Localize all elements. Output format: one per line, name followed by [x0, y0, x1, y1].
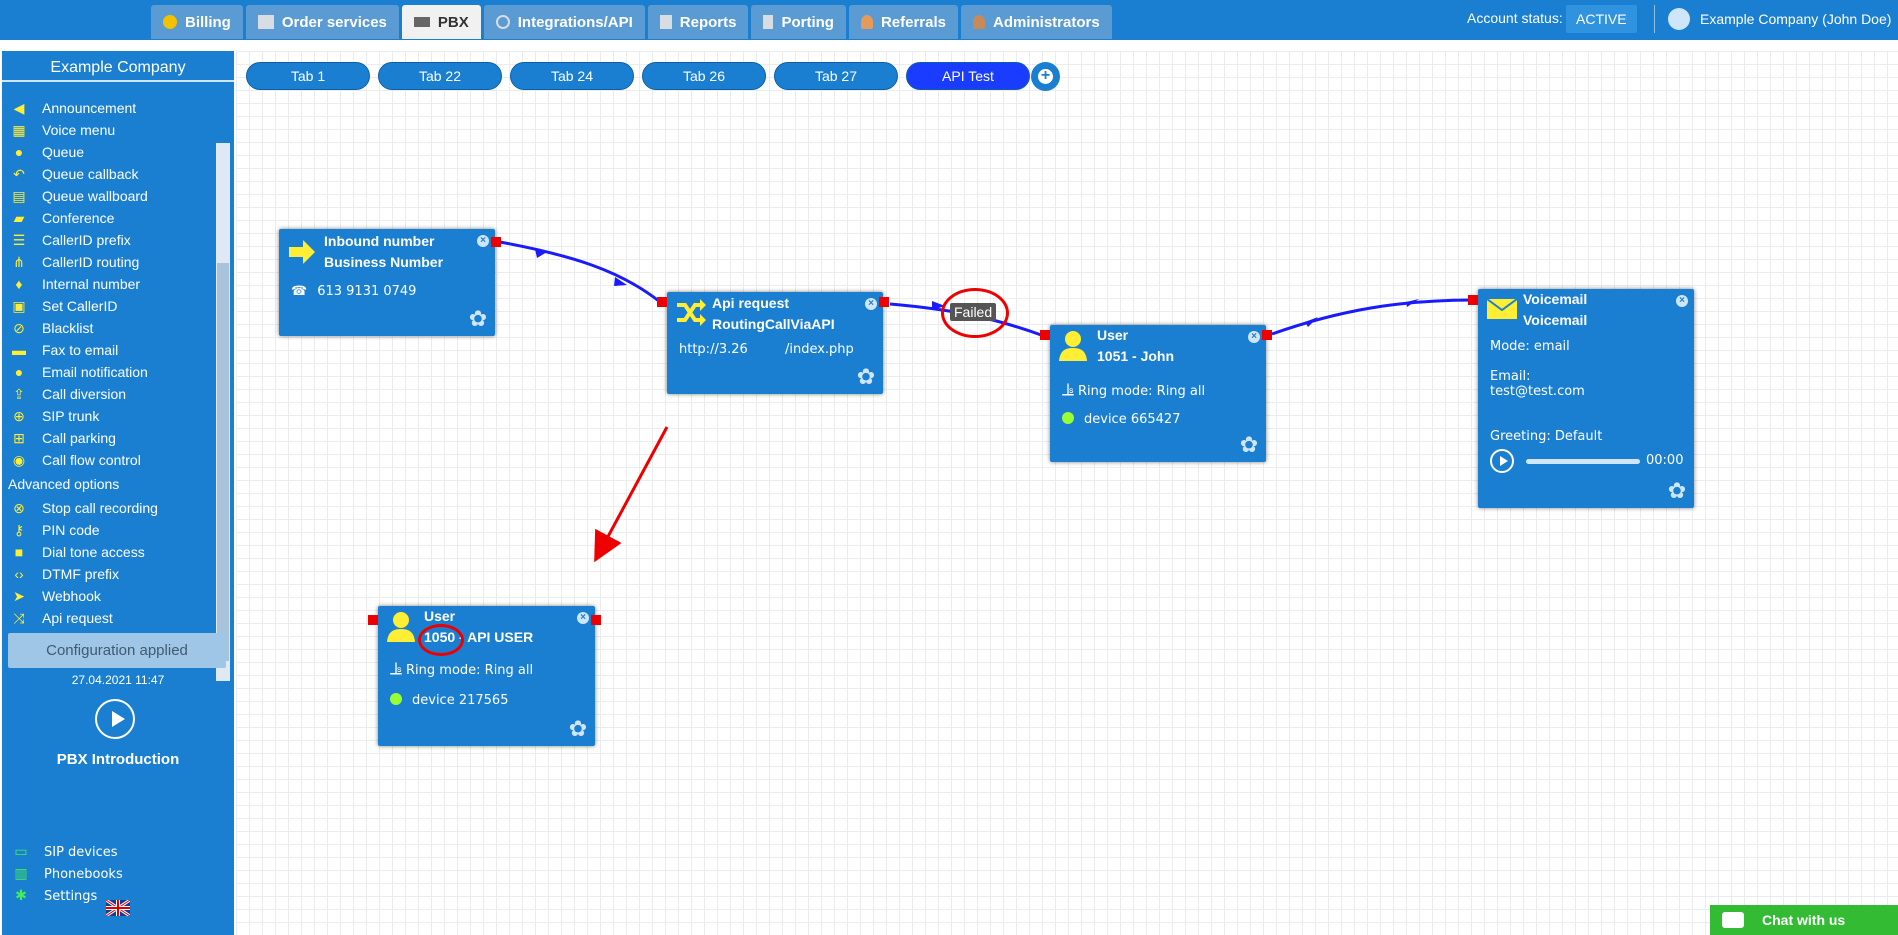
- output-port[interactable]: [1262, 330, 1272, 340]
- ring-mode: Ring mode: Ring all: [1078, 384, 1206, 399]
- node-name: 1051 - John: [1097, 348, 1175, 364]
- user-node-1051[interactable]: User 1051 - John × ⫡ Ring mode: Ring all d…: [1040, 325, 1272, 462]
- audio-progress-bar[interactable]: [1526, 459, 1640, 464]
- api-url: http://3.26 /index.php: [679, 342, 854, 357]
- chat-icon: [1722, 912, 1744, 928]
- annotation-arrow: [594, 426, 669, 563]
- plus-icon: +: [1040, 67, 1051, 84]
- voicemail-mode: Mode: email: [1490, 339, 1570, 354]
- user-node-1050[interactable]: User 1050 - API USER × ⫡ Ring mode: Ring a…: [368, 606, 601, 746]
- play-icon: [1500, 456, 1508, 466]
- ring-mode-icon: ⫡: [390, 658, 403, 679]
- inbound-number-node[interactable]: Inbound number Business Number × ☎ 613 913…: [279, 229, 501, 336]
- voicemail-node[interactable]: Voicemail Voicemail × Mode: email Email: …: [1468, 289, 1694, 508]
- close-icon[interactable]: ×: [577, 612, 589, 624]
- status-dot-icon: [1062, 412, 1074, 424]
- close-icon[interactable]: ×: [865, 298, 877, 310]
- gear-icon[interactable]: ✿: [1238, 434, 1260, 456]
- node-type: Voicemail: [1523, 291, 1588, 307]
- extension-highlight-circle: [418, 624, 464, 656]
- ring-mode: Ring mode: Ring all: [406, 663, 534, 678]
- email-address: test@test.com: [1490, 384, 1585, 399]
- wire-inbound-to-api: [499, 240, 661, 304]
- chat-with-us-button[interactable]: Chat with us: [1710, 905, 1898, 935]
- input-port[interactable]: [1468, 295, 1478, 305]
- close-icon[interactable]: ×: [1248, 331, 1260, 343]
- close-icon[interactable]: ×: [477, 235, 489, 247]
- node-type: Api request: [712, 295, 790, 311]
- phone-number: 613 9131 0749: [317, 284, 417, 299]
- user-icon: [387, 612, 415, 642]
- phone-icon: ☎: [291, 284, 308, 299]
- audio-time: 00:00: [1646, 453, 1684, 468]
- gear-icon[interactable]: ✿: [467, 308, 489, 330]
- output-port[interactable]: [591, 615, 601, 625]
- output-port[interactable]: [879, 297, 889, 307]
- envelope-icon: [1486, 298, 1518, 319]
- node-name: RoutingCallViaAPI: [712, 316, 835, 332]
- shuffle-icon: [677, 299, 706, 326]
- gear-icon[interactable]: ✿: [1666, 480, 1688, 502]
- ring-mode-icon: ⫡: [1062, 379, 1075, 400]
- close-icon[interactable]: ×: [1676, 295, 1688, 307]
- input-port[interactable]: [1040, 330, 1050, 340]
- arrow-right-icon: [289, 240, 315, 264]
- greeting: Greeting: Default: [1490, 429, 1603, 444]
- node-name: Voicemail: [1523, 312, 1588, 328]
- input-port[interactable]: [657, 297, 667, 307]
- node-type: User: [1097, 327, 1129, 343]
- device-label: device 217565: [412, 693, 509, 708]
- failed-label: Failed: [950, 303, 997, 321]
- user-icon: [1059, 331, 1087, 361]
- status-dot-icon: [390, 693, 402, 705]
- gear-icon[interactable]: ✿: [855, 366, 877, 388]
- input-port[interactable]: [368, 615, 378, 625]
- email-label: Email:: [1490, 369, 1531, 384]
- api-request-node[interactable]: Api request RoutingCallViaAPI × http://3.…: [657, 292, 889, 394]
- gear-icon[interactable]: ✿: [567, 718, 589, 740]
- play-greeting-button[interactable]: [1490, 449, 1514, 473]
- node-type: Inbound number: [324, 233, 435, 249]
- node-name: - API USER: [455, 629, 534, 645]
- node-name: Business Number: [324, 254, 444, 270]
- output-port[interactable]: [491, 237, 501, 247]
- device-label: device 665427: [1084, 412, 1181, 427]
- wire-user-to-voicemail: [1271, 298, 1475, 336]
